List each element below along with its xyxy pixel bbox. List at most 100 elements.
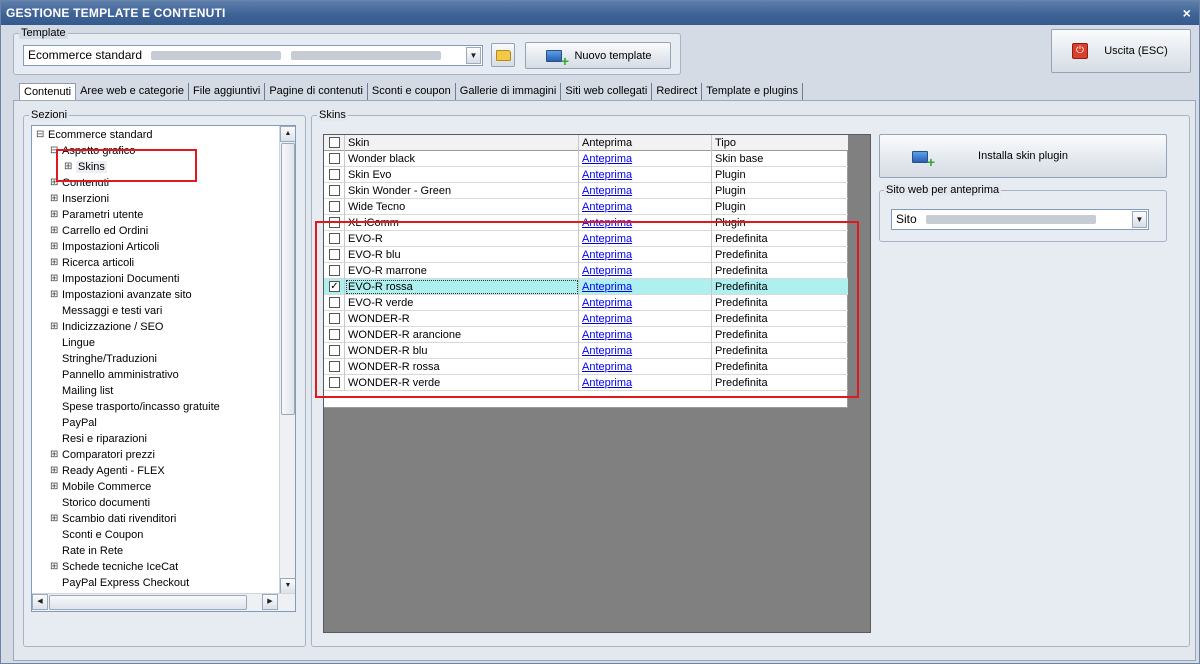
tree-expander-icon[interactable]: ⊞ — [64, 159, 74, 175]
preview-link[interactable]: Anteprima — [582, 361, 632, 373]
tree-expander-icon[interactable]: ⊞ — [50, 463, 60, 479]
preview-link[interactable]: Anteprima — [582, 377, 632, 389]
skin-name-cell[interactable]: EVO-R blu — [345, 247, 579, 263]
tree-expander-icon[interactable]: ⊞ — [50, 239, 60, 255]
scroll-left-icon[interactable]: ◀ — [32, 594, 48, 610]
tree-item[interactable]: ⊞ Parametri utente — [50, 207, 143, 223]
tab-template-plugins[interactable]: Template e plugins — [702, 83, 804, 101]
tree-item[interactable]: ⊞ Contenuti — [50, 175, 109, 191]
table-row[interactable]: EVO-R marrone Anteprima Predefinita — [324, 263, 848, 279]
preview-link[interactable]: Anteprima — [582, 345, 632, 357]
tree-item[interactable]: ⊞ Impostazioni Documenti — [50, 271, 179, 287]
skin-name-cell[interactable]: WONDER-R — [345, 311, 579, 327]
tree-item[interactable]: Lingue — [62, 335, 95, 351]
table-row[interactable]: WONDER-R Anteprima Predefinita — [324, 311, 848, 327]
scroll-thumb[interactable] — [49, 595, 247, 610]
row-checkbox[interactable] — [329, 153, 340, 164]
tree-item[interactable]: ⊞ Ricerca articoli — [50, 255, 134, 271]
tree-vertical-scrollbar[interactable]: ▲ ▼ — [279, 126, 295, 594]
scroll-up-icon[interactable]: ▲ — [280, 126, 295, 142]
tree-item[interactable]: ⊞ Schede tecniche IceCat — [50, 559, 178, 575]
exit-button[interactable]: ⏻ Uscita (ESC) — [1051, 29, 1191, 73]
table-row[interactable]: WONDER-R blu Anteprima Predefinita — [324, 343, 848, 359]
scroll-down-icon[interactable]: ▼ — [280, 578, 295, 594]
preview-link[interactable]: Anteprima — [582, 217, 632, 229]
tree-item[interactable]: ⊞ Carrello ed Ordini — [50, 223, 148, 239]
select-all-checkbox[interactable] — [329, 137, 340, 148]
row-checkbox[interactable] — [329, 185, 340, 196]
preview-link[interactable]: Anteprima — [582, 169, 632, 181]
tree-item[interactable]: ⊞ Scambio dati rivenditori — [50, 511, 176, 527]
row-checkbox[interactable] — [329, 249, 340, 260]
tab-contenuti[interactable]: Contenuti — [19, 83, 77, 101]
row-checkbox[interactable] — [329, 169, 340, 180]
tab-redirect[interactable]: Redirect — [652, 83, 703, 101]
skin-name-cell[interactable]: WONDER-R blu — [345, 343, 579, 359]
row-checkbox[interactable] — [329, 345, 340, 356]
tree-item[interactable]: Storico documenti — [62, 495, 150, 511]
new-template-button[interactable]: Nuovo template — [525, 42, 671, 69]
tree-item[interactable]: ⊟ Aspetto grafico — [50, 143, 135, 159]
table-row[interactable]: Skin Evo Anteprima Plugin — [324, 167, 848, 183]
preview-link[interactable]: Anteprima — [582, 329, 632, 341]
tree-expander-icon[interactable]: ⊟ — [50, 143, 60, 159]
tab-siti-collegati[interactable]: Siti web collegati — [561, 83, 653, 101]
skin-name-cell[interactable]: EVO-R rossa — [345, 279, 579, 295]
row-checkbox[interactable] — [329, 217, 340, 228]
preview-link[interactable]: Anteprima — [582, 313, 632, 325]
preview-link[interactable]: Anteprima — [582, 281, 632, 293]
tree-item[interactable]: ⊞ Comparatori prezzi — [50, 447, 155, 463]
tree-item[interactable]: ⊟ Ecommerce standard — [36, 127, 153, 143]
tree-item[interactable]: ⊞ Indicizzazione / SEO — [50, 319, 164, 335]
tree-expander-icon[interactable]: ⊞ — [50, 271, 60, 287]
tree-item[interactable]: PayPal — [62, 415, 97, 431]
skin-name-cell[interactable]: EVO-R marrone — [345, 263, 579, 279]
chevron-down-icon[interactable]: ▼ — [466, 47, 481, 64]
table-row[interactable]: Wide Tecno Anteprima Plugin — [324, 199, 848, 215]
table-row[interactable]: XL iComm Anteprima Plugin — [324, 215, 848, 231]
tree-expander-icon[interactable]: ⊞ — [50, 223, 60, 239]
table-row[interactable]: WONDER-R verde Anteprima Predefinita — [324, 375, 848, 391]
skin-name-cell[interactable]: Skin Wonder - Green — [345, 183, 579, 199]
tree-expander-icon[interactable]: ⊞ — [50, 207, 60, 223]
column-header-type[interactable]: Tipo — [712, 135, 848, 151]
table-row[interactable]: EVO-R verde Anteprima Predefinita — [324, 295, 848, 311]
preview-link[interactable]: Anteprima — [582, 265, 632, 277]
scroll-thumb[interactable] — [281, 143, 295, 415]
table-row[interactable]: Wonder black Anteprima Skin base — [324, 151, 848, 167]
tree-item[interactable]: ⊞ Mobile Commerce — [50, 479, 151, 495]
skin-name-cell[interactable]: Wide Tecno — [345, 199, 579, 215]
open-folder-button[interactable] — [491, 43, 515, 67]
tree-expander-icon[interactable]: ⊞ — [50, 255, 60, 271]
tree-expander-icon[interactable]: ⊞ — [50, 191, 60, 207]
column-header-preview[interactable]: Anteprima — [579, 135, 712, 151]
tree-expander-icon[interactable]: ⊞ — [50, 175, 60, 191]
row-checkbox[interactable] — [329, 377, 340, 388]
tree-expander-icon[interactable]: ⊞ — [50, 319, 60, 335]
row-checkbox[interactable]: ✓ — [329, 281, 340, 292]
tree-item[interactable]: Spese trasporto/incasso gratuite — [62, 399, 220, 415]
preview-link[interactable]: Anteprima — [582, 297, 632, 309]
tree-expander-icon[interactable]: ⊞ — [50, 447, 60, 463]
skin-name-cell[interactable]: XL iComm — [345, 215, 579, 231]
row-checkbox[interactable] — [329, 361, 340, 372]
preview-site-select[interactable]: Sito ▼ — [891, 209, 1149, 230]
table-row[interactable]: Skin Wonder - Green Anteprima Plugin — [324, 183, 848, 199]
tree-item[interactable]: Stringhe/Traduzioni — [62, 351, 157, 367]
row-checkbox[interactable] — [329, 329, 340, 340]
tree-expander-icon[interactable]: ⊞ — [50, 559, 60, 575]
tab-gallerie[interactable]: Gallerie di immagini — [456, 83, 562, 101]
row-checkbox[interactable] — [329, 233, 340, 244]
table-row[interactable]: EVO-R Anteprima Predefinita — [324, 231, 848, 247]
skin-name-cell[interactable]: WONDER-R rossa — [345, 359, 579, 375]
row-checkbox[interactable] — [329, 313, 340, 324]
tree-item[interactable]: PayPal Express Checkout — [62, 575, 189, 591]
preview-link[interactable]: Anteprima — [582, 249, 632, 261]
skin-name-cell[interactable]: Skin Evo — [345, 167, 579, 183]
tree-item[interactable]: Rate in Rete — [62, 543, 123, 559]
row-checkbox[interactable] — [329, 201, 340, 212]
table-row[interactable]: ✓ EVO-R rossa Anteprima Predefinita — [324, 279, 848, 295]
column-header-skin[interactable]: Skin — [345, 135, 579, 151]
tree-item[interactable]: Pannello amministrativo — [62, 367, 179, 383]
tree-item[interactable]: ⊞ Impostazioni avanzate sito — [50, 287, 192, 303]
